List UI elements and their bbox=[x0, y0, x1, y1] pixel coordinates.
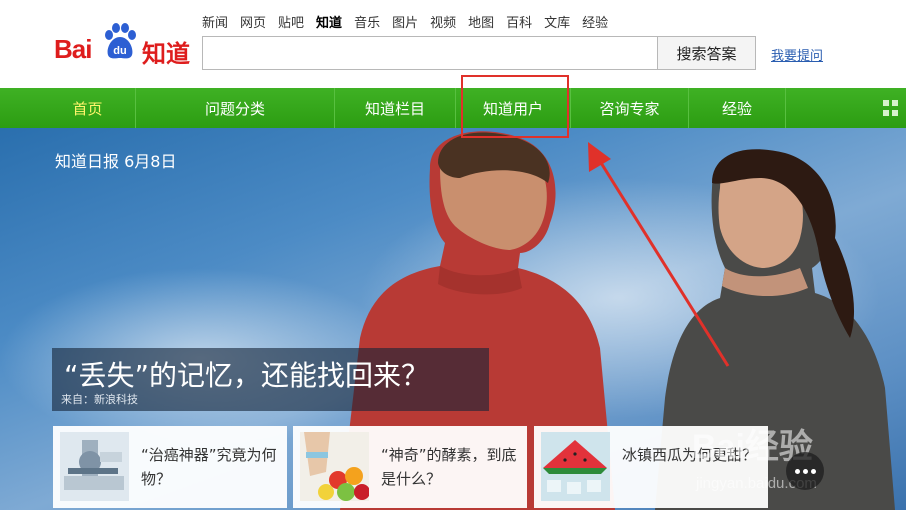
top-nav-link[interactable]: 视频 bbox=[430, 12, 456, 31]
nav-divider bbox=[785, 88, 786, 128]
top-nav-link[interactable]: 网页 bbox=[240, 12, 266, 31]
nav-item-columns[interactable]: 知道栏目 bbox=[335, 88, 455, 128]
ask-question-link[interactable]: 我要提问 bbox=[771, 45, 823, 64]
nav-item-jingyan[interactable]: 经验 bbox=[689, 88, 785, 128]
card-text[interactable]: “治癌神器”究竟为何物？ bbox=[141, 443, 281, 491]
article-card[interactable]: “治癌神器”究竟为何物？ bbox=[53, 426, 287, 508]
top-nav-link[interactable]: 文库 bbox=[544, 12, 570, 31]
baidu-paw-icon: du bbox=[105, 23, 136, 59]
top-nav-link[interactable]: 音乐 bbox=[354, 12, 380, 31]
nav-item-users[interactable]: 知道用户 bbox=[456, 88, 570, 128]
card-text[interactable]: 冰镇西瓜为何更甜？ bbox=[622, 443, 762, 467]
more-options-icon[interactable] bbox=[786, 452, 824, 490]
nav-item-experts[interactable]: 咨询专家 bbox=[571, 88, 688, 128]
fruit-image bbox=[300, 432, 369, 501]
hero-headline[interactable]: “丢失”的记忆，还能找回来？ bbox=[64, 354, 429, 394]
hero-source: 来自：新浪科技 bbox=[61, 393, 138, 406]
watermelon-image bbox=[541, 432, 610, 501]
apps-grid-icon[interactable] bbox=[883, 100, 899, 116]
top-navigation: 新闻 网页 贴吧 知道 音乐 图片 视频 地图 百科 文库 经验 bbox=[202, 12, 608, 31]
article-card[interactable]: “神奇”的酵素，到底是什么？ bbox=[293, 426, 527, 508]
logo-text-zhidao: 知道 bbox=[142, 40, 190, 68]
nav-item-home[interactable]: 首页 bbox=[40, 88, 135, 128]
search-input[interactable] bbox=[202, 36, 658, 70]
hero-caption[interactable]: “丢失”的记忆，还能找回来？ 来自：新浪科技 bbox=[52, 348, 489, 411]
top-nav-link[interactable]: 新闻 bbox=[202, 12, 228, 31]
baidu-zhidao-logo[interactable]: Bai du 知道 bbox=[54, 22, 194, 68]
card-text[interactable]: “神奇”的酵素，到底是什么？ bbox=[381, 443, 521, 491]
top-nav-link[interactable]: 贴吧 bbox=[278, 12, 304, 31]
logo-paw-text: du bbox=[113, 45, 126, 57]
medical-machine-image bbox=[60, 432, 129, 501]
nav-item-categories[interactable]: 问题分类 bbox=[136, 88, 334, 128]
top-nav-link[interactable]: 百科 bbox=[506, 12, 532, 31]
main-navigation: 首页 问题分类 知道栏目 知道用户 咨询专家 经验 bbox=[0, 88, 906, 128]
article-card[interactable]: 冰镇西瓜为何更甜？ bbox=[534, 426, 768, 508]
hero-banner[interactable]: 知道日报 6月8日 “丢失”的记忆，还能找回来？ 来自：新浪科技 “治癌神器”究… bbox=[0, 128, 906, 510]
daily-report-label: 知道日报 6月8日 bbox=[55, 152, 177, 171]
top-nav-link[interactable]: 地图 bbox=[468, 12, 494, 31]
top-nav-link[interactable]: 知道 bbox=[316, 12, 342, 31]
header: Bai du 知道 新闻 网页 贴吧 知道 音乐 图片 视频 地图 百科 文库 经验 搜索答案 我要… bbox=[0, 0, 906, 88]
logo-text-bai: Bai bbox=[54, 34, 92, 64]
search-button[interactable]: 搜索答案 bbox=[657, 36, 756, 70]
top-nav-link[interactable]: 经验 bbox=[582, 12, 608, 31]
top-nav-link[interactable]: 图片 bbox=[392, 12, 418, 31]
